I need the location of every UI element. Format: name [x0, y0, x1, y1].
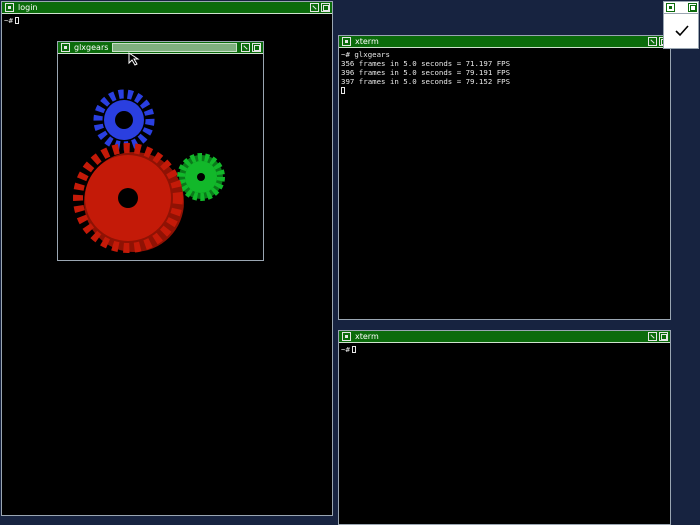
- login-titlebar[interactable]: login: [2, 2, 332, 14]
- text-cursor: [351, 346, 356, 353]
- glxgears-title: glxgears: [74, 43, 109, 52]
- text-cursor: [341, 87, 345, 94]
- window-menu-icon[interactable]: [342, 332, 351, 341]
- focus-highlight-bar: [112, 43, 237, 52]
- resize-icon[interactable]: [321, 3, 330, 12]
- xterm-top-titlebar[interactable]: xterm: [339, 36, 670, 48]
- window-menu-icon[interactable]: [61, 43, 70, 52]
- iconify-icon[interactable]: [648, 332, 657, 341]
- checkmark-icon: [670, 19, 694, 43]
- terminal-line: 356 frames in 5.0 seconds = 71.197 FPS: [341, 59, 511, 68]
- iconify-icon[interactable]: [241, 43, 250, 52]
- resize-icon[interactable]: [252, 43, 261, 52]
- xterm-bottom-title: xterm: [355, 332, 379, 341]
- window-menu-icon[interactable]: [5, 3, 14, 12]
- xterm-window-bottom[interactable]: xterm ~#: [338, 330, 671, 525]
- window-menu-icon[interactable]: [666, 3, 675, 12]
- green-gear: [177, 153, 225, 201]
- xterm-bottom-prompt: ~#: [341, 345, 350, 354]
- xterm-bottom-terminal[interactable]: ~#: [341, 345, 356, 354]
- mouse-pointer-icon: [128, 52, 140, 66]
- check-window-titlebar[interactable]: [664, 2, 698, 14]
- red-gear: [73, 143, 184, 253]
- gears-render-canvas[interactable]: [58, 54, 263, 260]
- terminal-line: ~# glxgears: [341, 50, 390, 59]
- check-window[interactable]: [663, 1, 699, 49]
- login-title: login: [18, 3, 38, 12]
- xterm-bottom-titlebar[interactable]: xterm: [339, 331, 670, 343]
- login-terminal[interactable]: ~#: [4, 16, 19, 25]
- iconify-icon[interactable]: [648, 37, 657, 46]
- glxgears-window[interactable]: glxgears: [57, 41, 264, 261]
- xterm-top-title: xterm: [355, 37, 379, 46]
- resize-icon[interactable]: [688, 3, 697, 12]
- iconify-icon[interactable]: [310, 3, 319, 12]
- resize-icon[interactable]: [659, 332, 668, 341]
- xterm-window-top[interactable]: xterm ~# glxgears 356 frames in 5.0 secon…: [338, 35, 671, 320]
- terminal-line: 396 frames in 5.0 seconds = 79.191 FPS: [341, 68, 511, 77]
- window-menu-icon[interactable]: [342, 37, 351, 46]
- text-cursor: [14, 17, 19, 24]
- login-prompt: ~#: [4, 16, 13, 25]
- xterm-top-terminal[interactable]: ~# glxgears 356 frames in 5.0 seconds = 7…: [341, 50, 510, 95]
- terminal-line: 397 frames in 5.0 seconds = 79.152 FPS: [341, 77, 511, 86]
- glxgears-titlebar[interactable]: glxgears: [58, 42, 263, 54]
- blue-gear: [93, 89, 155, 151]
